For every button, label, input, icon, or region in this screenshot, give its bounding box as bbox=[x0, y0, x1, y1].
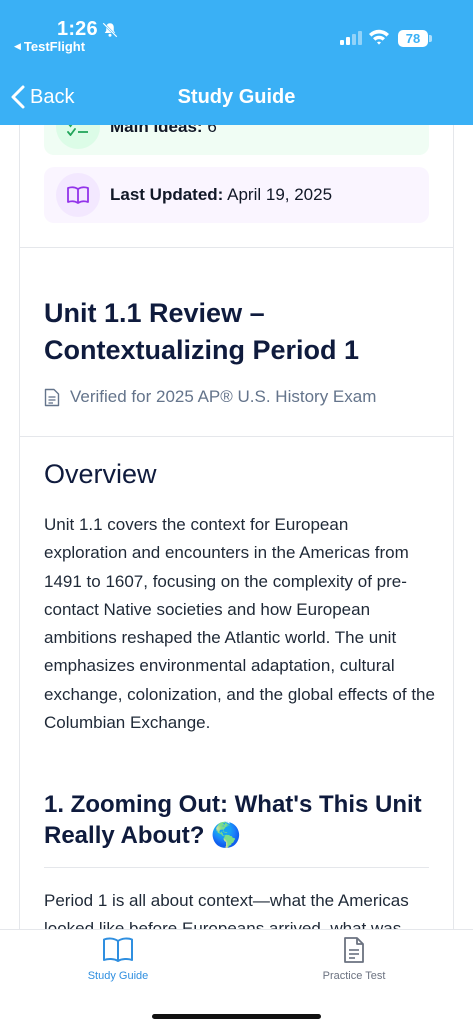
main-ideas-row: Main Ideas: 6 bbox=[44, 125, 429, 155]
last-updated-value: April 19, 2025 bbox=[227, 185, 333, 204]
document-icon bbox=[344, 937, 364, 963]
status-time: 1:26 bbox=[57, 18, 98, 40]
checklist-icon bbox=[67, 125, 88, 136]
cellular-signal-icon bbox=[340, 31, 362, 45]
overview-paragraph: Unit 1.1 covers the context for European… bbox=[44, 515, 435, 733]
verified-badge: Verified for 2025 AP® U.S. History Exam bbox=[44, 387, 376, 407]
bell-slash-icon bbox=[102, 22, 118, 38]
tab-bar: Study Guide Practice Test bbox=[0, 929, 473, 1024]
main-ideas-label: Main Ideas: bbox=[110, 125, 203, 136]
open-book-icon bbox=[103, 937, 133, 962]
last-updated-label: Last Updated: bbox=[110, 185, 224, 204]
unit-title: Unit 1.1 Review – Contextualizing Period… bbox=[44, 298, 360, 365]
book-icon-badge bbox=[56, 173, 100, 217]
back-triangle-icon: ◀ bbox=[14, 41, 21, 51]
tab-study-guide-label: Study Guide bbox=[87, 970, 149, 982]
section-paragraph: Period 1 is all about context—what the A… bbox=[44, 891, 409, 930]
tab-practice-test-label: Practice Test bbox=[322, 970, 386, 982]
section-divider bbox=[44, 867, 429, 868]
overview-heading: Overview bbox=[44, 459, 157, 489]
book-icon bbox=[67, 186, 89, 204]
back-app-label: TestFlight bbox=[23, 39, 86, 54]
tab-study-guide[interactable]: Study Guide bbox=[48, 936, 188, 982]
tab-practice-test[interactable]: Practice Test bbox=[284, 936, 424, 982]
battery-indicator: 78 bbox=[398, 30, 432, 47]
page-title: Study Guide bbox=[177, 86, 296, 108]
study-guide-content[interactable]: Main Ideas: 6 Last Updated: April 19, 20… bbox=[0, 125, 473, 930]
main-ideas-text: Main Ideas: 6 bbox=[110, 125, 217, 137]
last-updated-text: Last Updated: April 19, 2025 bbox=[110, 185, 332, 205]
home-indicator[interactable] bbox=[152, 1014, 321, 1019]
section-heading: 1. Zooming Out: What's This Unit Really … bbox=[44, 791, 422, 849]
main-ideas-value: 6 bbox=[207, 125, 217, 136]
last-updated-row: Last Updated: April 19, 2025 bbox=[44, 167, 429, 223]
checklist-icon-badge bbox=[56, 125, 100, 149]
back-to-testflight[interactable]: ◀ TestFlight bbox=[14, 39, 85, 54]
battery-level: 78 bbox=[398, 30, 428, 47]
wifi-icon bbox=[369, 29, 389, 45]
document-icon bbox=[44, 388, 60, 406]
battery-nub bbox=[429, 35, 432, 42]
verified-text: Verified for 2025 AP® U.S. History Exam bbox=[70, 387, 377, 406]
top-header: 1:26 ◀ TestFlight 78 Back Study Guide bbox=[0, 0, 473, 125]
